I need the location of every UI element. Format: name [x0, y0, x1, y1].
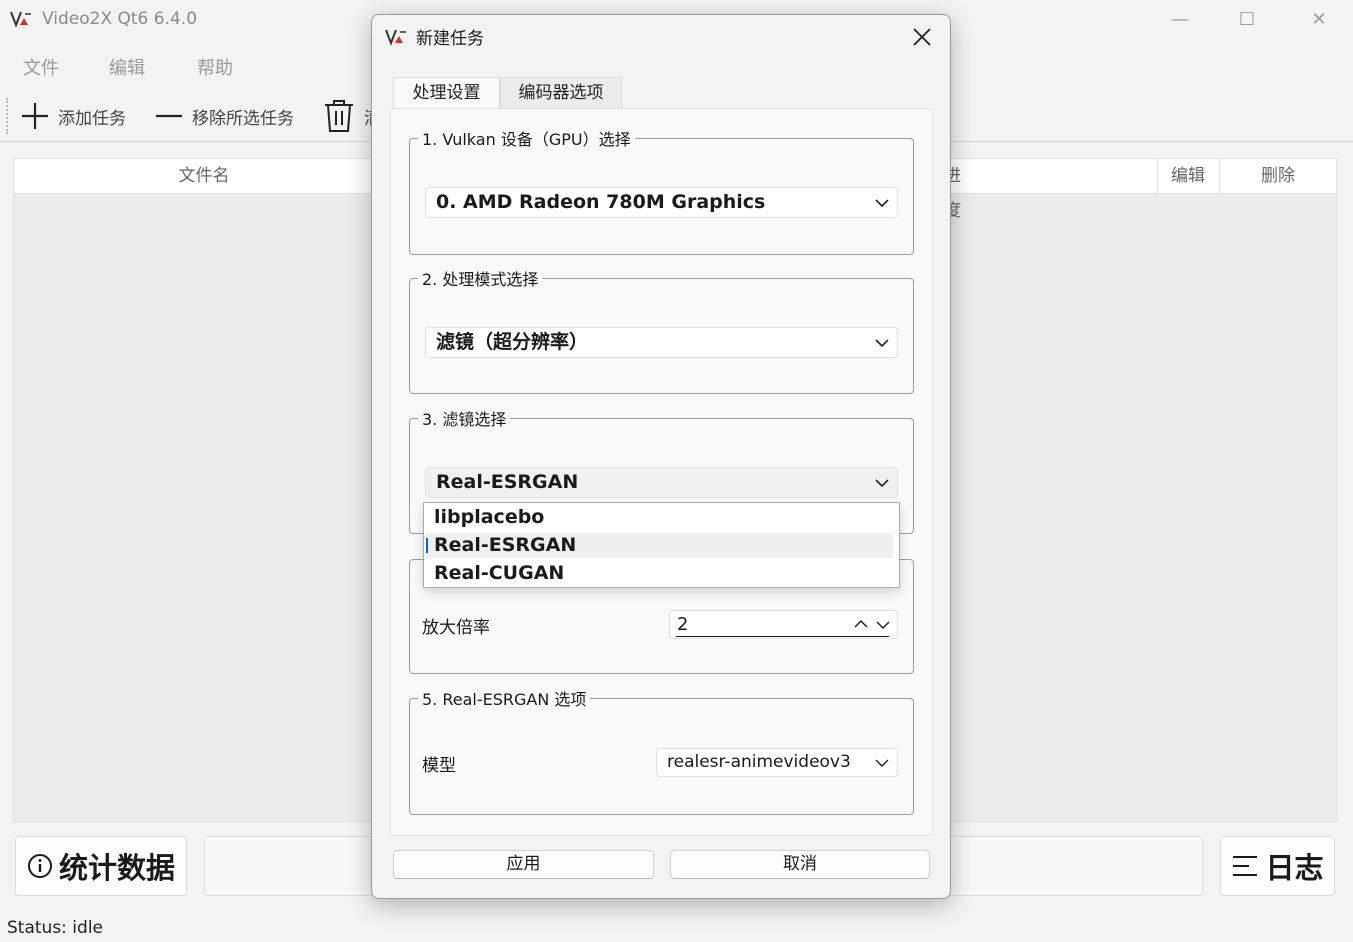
gpu-group-title: 1. Vulkan 设备（GPU）选择: [418, 126, 635, 150]
model-label: 模型: [422, 756, 456, 776]
processing-settings-panel: 1. Vulkan 设备（GPU）选择 0. AMD Radeon 780M G…: [390, 108, 933, 836]
scale-spinbox[interactable]: 2: [669, 610, 898, 639]
mode-group: 2. 处理模式选择 滤镜（超分辨率）: [409, 266, 914, 394]
new-task-dialog: 新建任务 处理设置 编码器选项 1. Vulkan 设备（GPU）选择 0. A…: [371, 14, 951, 899]
add-task-label: 添加任务: [58, 108, 126, 129]
model-select[interactable]: realesr-animevideov3: [656, 748, 898, 777]
chevron-down-icon: [875, 199, 889, 208]
stats-label: 统计数据: [58, 851, 175, 885]
info-icon: [27, 854, 52, 878]
mode-select-value: 滤镜（超分辨率）: [436, 331, 589, 353]
dialog-logo-icon: [385, 29, 406, 46]
model-select-value: realesr-animevideov3: [667, 752, 851, 772]
scale-label: 放大倍率: [422, 618, 490, 638]
toolbar-grip[interactable]: [6, 98, 8, 134]
column-edit[interactable]: 编辑: [1157, 159, 1219, 194]
menu-bar: 文件 编辑 帮助: [0, 50, 400, 82]
mode-group-title: 2. 处理模式选择: [418, 266, 543, 290]
remove-selected-label: 移除所选任务: [192, 108, 294, 129]
tab-encoder-options[interactable]: 编码器选项: [500, 77, 622, 109]
minimize-button[interactable]: —: [1157, 6, 1203, 34]
dropdown-option-libplacebo[interactable]: libplacebo: [426, 505, 893, 530]
filter-dropdown-list: libplacebo Real-ESRGAN Real-CUGAN: [423, 502, 900, 588]
dropdown-option-label: Real-ESRGAN: [434, 534, 577, 556]
filter-group-title: 3. 滤镜选择: [418, 406, 511, 430]
cancel-button[interactable]: 取消: [670, 850, 930, 879]
chevron-down-icon: [875, 479, 889, 488]
stats-button[interactable]: 统计数据: [15, 836, 187, 896]
list-icon: [1233, 856, 1258, 876]
gpu-select-value: 0. AMD Radeon 780M Graphics: [436, 191, 766, 213]
add-task-button[interactable]: 添加任务: [20, 98, 126, 134]
maximize-button[interactable]: ☐: [1224, 6, 1270, 34]
app-title: Video2X Qt6 6.4.0: [42, 9, 198, 29]
tab-processing-settings[interactable]: 处理设置: [393, 77, 500, 109]
menu-edit[interactable]: 编辑: [109, 54, 145, 80]
app-logo-icon: [10, 11, 31, 28]
trash-icon: [325, 100, 353, 132]
esrgan-options-group: 5. Real-ESRGAN 选项 模型 realesr-animevideov…: [409, 686, 914, 815]
mode-select[interactable]: 滤镜（超分辨率）: [425, 327, 898, 358]
apply-button[interactable]: 应用: [393, 850, 654, 879]
minus-icon: [156, 114, 182, 118]
log-label: 日志: [1265, 851, 1324, 885]
menu-help[interactable]: 帮助: [197, 54, 233, 80]
gpu-group: 1. Vulkan 设备（GPU）选择 0. AMD Radeon 780M G…: [409, 126, 914, 255]
log-button[interactable]: 日志: [1220, 836, 1335, 896]
remove-selected-button[interactable]: 移除所选任务: [154, 98, 294, 134]
close-window-button[interactable]: ✕: [1296, 6, 1342, 34]
menu-file[interactable]: 文件: [23, 54, 59, 80]
selection-indicator: [426, 538, 428, 553]
plus-icon: [22, 103, 48, 129]
close-icon: [913, 28, 931, 46]
chevron-down-icon: [875, 759, 889, 767]
filter-select-value: Real-ESRGAN: [436, 471, 579, 493]
chevron-down-icon: [875, 339, 889, 348]
gpu-select[interactable]: 0. AMD Radeon 780M Graphics: [425, 187, 898, 218]
chevron-down-icon[interactable]: [873, 611, 893, 638]
dropdown-option-real-esrgan[interactable]: Real-ESRGAN: [426, 533, 893, 558]
dialog-close-button[interactable]: [906, 21, 938, 53]
filter-select[interactable]: Real-ESRGAN: [425, 467, 898, 498]
dropdown-option-real-cugan[interactable]: Real-CUGAN: [426, 561, 893, 586]
esrgan-group-title: 5. Real-ESRGAN 选项: [418, 686, 591, 710]
column-delete[interactable]: 删除: [1219, 159, 1337, 194]
chevron-up-icon[interactable]: [851, 611, 871, 638]
dialog-title: 新建任务: [416, 29, 484, 49]
scale-value: 2: [677, 614, 689, 635]
status-text: Status: idle: [7, 918, 103, 938]
column-filename[interactable]: 文件名: [14, 159, 394, 194]
